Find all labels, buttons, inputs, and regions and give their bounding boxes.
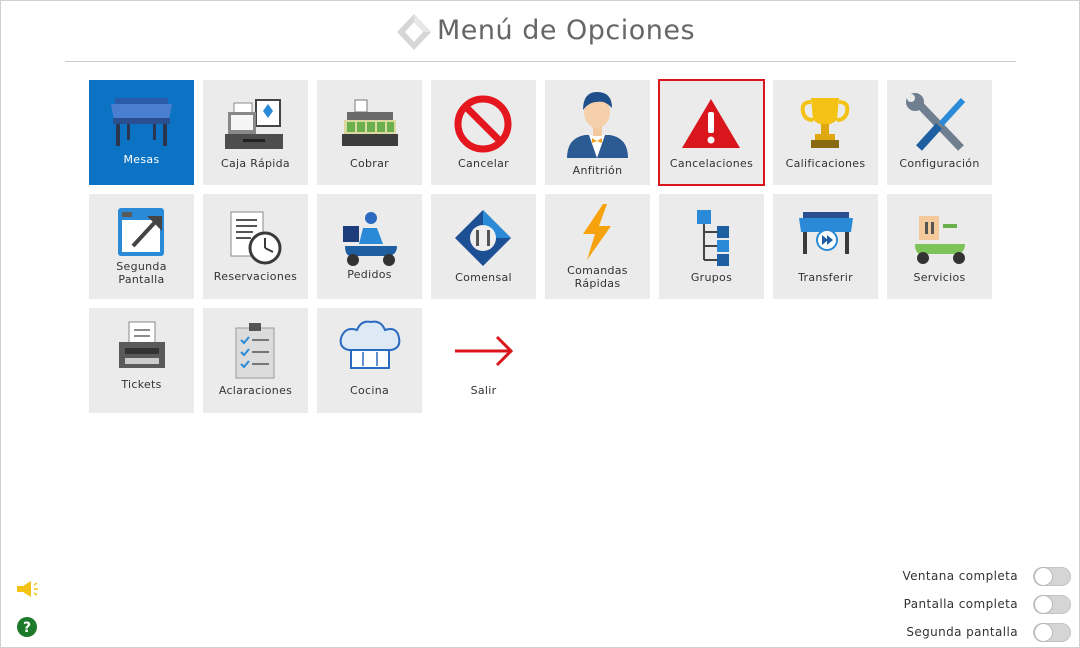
- tile-caja-rapida[interactable]: Caja Rápida: [203, 80, 308, 185]
- tile-label: Cocina: [349, 384, 390, 397]
- tile-calificaciones[interactable]: Calificaciones: [773, 80, 878, 185]
- header-divider: [65, 61, 1016, 62]
- tile-label: Transferir: [798, 271, 853, 284]
- tile-label: Pedidos: [347, 268, 392, 281]
- header: Menú de Opciones: [1, 1, 1080, 63]
- pantalla-completa-toggle[interactable]: [1033, 595, 1071, 614]
- reservation-clock-icon: [230, 211, 282, 265]
- tile-label: Segunda: [116, 260, 167, 273]
- tile-label: Configuración: [899, 157, 980, 170]
- toggle-label: Ventana completa: [902, 569, 1018, 583]
- tile-cancelar[interactable]: Cancelar: [431, 80, 536, 185]
- toggle-row-segunda-pantalla: Segunda pantalla: [881, 621, 1076, 645]
- tile-label: Calificaciones: [785, 157, 866, 170]
- tile-label-line2: Pantalla: [118, 273, 165, 286]
- toggle-knob: [1034, 567, 1053, 586]
- tile-label: Aclaraciones: [218, 384, 293, 397]
- tile-label: Servicios: [913, 271, 966, 284]
- clipboard-checklist-icon: [235, 323, 275, 379]
- toggle-knob: [1034, 595, 1053, 614]
- app-logo-icon: [397, 14, 431, 50]
- toggle-knob: [1034, 623, 1053, 642]
- tile-comensal[interactable]: Comensal: [431, 194, 536, 299]
- ventana-completa-toggle[interactable]: [1033, 567, 1071, 586]
- tile-cancelaciones[interactable]: Cancelaciones: [658, 79, 765, 186]
- svg-text:?: ?: [23, 620, 31, 636]
- tile-label-line2: Rápidas: [574, 277, 621, 290]
- tile-anfitrion[interactable]: Anfitrión: [545, 80, 650, 185]
- tile-cocina[interactable]: Cocina: [317, 308, 422, 413]
- segunda-pantalla-toggle[interactable]: [1033, 623, 1071, 642]
- tile-reservaciones[interactable]: Reservaciones: [203, 194, 308, 299]
- tile-servicios[interactable]: Servicios: [887, 194, 992, 299]
- tile-transferir[interactable]: Transferir: [773, 194, 878, 299]
- tile-label: Cobrar: [350, 157, 389, 170]
- tile-label: Mesas: [123, 153, 160, 166]
- ticket-printer-icon: [119, 321, 165, 368]
- tile-label: Tickets: [121, 378, 162, 391]
- tile-cobrar[interactable]: Cobrar: [317, 80, 422, 185]
- tile-aclaraciones[interactable]: Aclaraciones: [203, 308, 308, 413]
- tile-label: Cancelar: [458, 157, 509, 170]
- tile-comandas-rapidas[interactable]: Comandas Rápidas: [545, 194, 650, 299]
- tile-label: Comandas: [567, 264, 628, 277]
- tile-label: Caja Rápida: [221, 157, 290, 170]
- tile-grupos[interactable]: Grupos: [659, 194, 764, 299]
- tile-segunda-pantalla[interactable]: Segunda Pantalla: [89, 194, 194, 299]
- tile-label: Reservaciones: [213, 270, 298, 283]
- toggle-row-pantalla-completa: Pantalla completa: [881, 593, 1076, 617]
- help-icon[interactable]: ?: [16, 616, 38, 638]
- page-title: Menú de Opciones: [437, 15, 696, 46]
- toggle-label: Pantalla completa: [903, 597, 1018, 611]
- tile-label: Anfitrión: [572, 164, 623, 177]
- tile-label: Salir: [470, 384, 497, 397]
- chef-hat-icon: [339, 320, 401, 369]
- table-icon: [111, 98, 172, 146]
- tile-salir[interactable]: Salir: [431, 308, 536, 413]
- toggle-row-ventana-completa: Ventana completa: [881, 565, 1076, 589]
- tile-mesas[interactable]: Mesas: [89, 80, 194, 185]
- tile-label: Comensal: [455, 271, 512, 284]
- tile-label: Cancelaciones: [669, 157, 754, 170]
- delivery-scooter-icon: [343, 212, 397, 266]
- megaphone-icon[interactable]: [15, 579, 39, 599]
- toggle-label: Segunda pantalla: [906, 625, 1018, 639]
- tile-label: Grupos: [690, 271, 733, 284]
- exit-arrow-icon: [455, 335, 514, 367]
- tile-pedidos[interactable]: Pedidos: [317, 194, 422, 299]
- tile-configuracion[interactable]: Configuración: [887, 80, 992, 185]
- tile-tickets[interactable]: Tickets: [89, 308, 194, 413]
